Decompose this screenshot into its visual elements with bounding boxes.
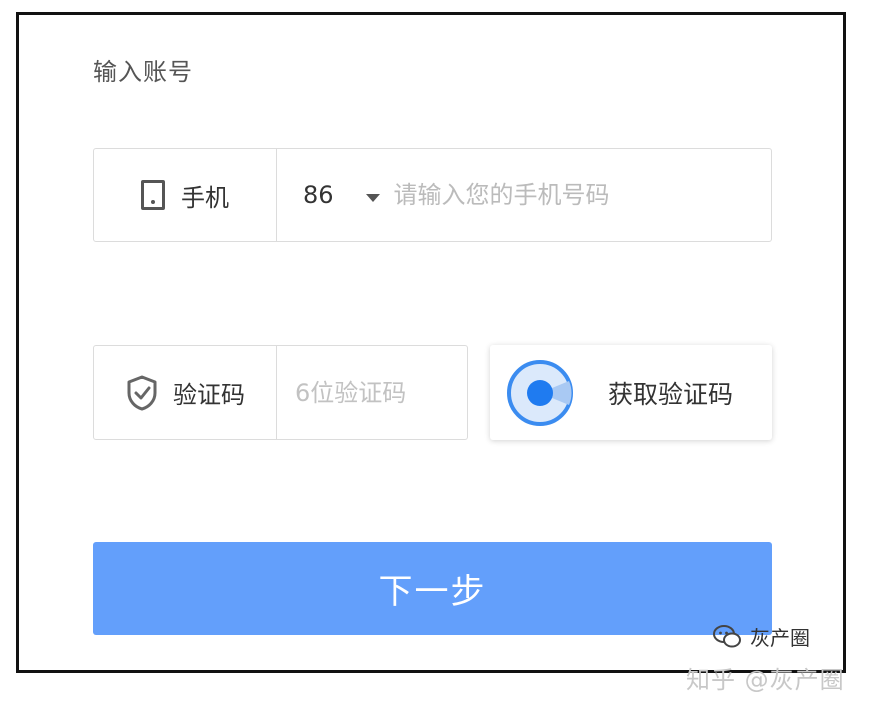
country-code-select[interactable]: 86 xyxy=(303,181,334,209)
code-label: 验证码 xyxy=(94,346,277,439)
watermark-inner-text: 灰产圈 xyxy=(750,626,810,650)
code-field: 验证码 xyxy=(93,345,468,440)
section-title: 输入账号 xyxy=(93,58,193,86)
get-code-label: 获取验证码 xyxy=(608,379,734,409)
phone-label: 手机 xyxy=(94,149,277,241)
phone-label-text: 手机 xyxy=(181,183,229,212)
code-input[interactable] xyxy=(277,346,467,439)
phone-input[interactable] xyxy=(391,180,726,210)
wechat-icon xyxy=(713,624,741,647)
watermark-inner: 灰产圈 xyxy=(712,622,810,651)
captcha-radar-icon xyxy=(507,359,573,426)
phone-field: 手机 86 xyxy=(93,148,772,242)
caret-down-icon[interactable] xyxy=(365,194,380,202)
shield-check-icon xyxy=(127,375,157,410)
code-label-text: 验证码 xyxy=(173,381,245,409)
phone-icon xyxy=(141,180,165,210)
phone-input-area: 86 xyxy=(277,149,771,241)
next-button[interactable]: 下一步 xyxy=(93,542,772,635)
watermark-outer: 知乎 @灰产圈 xyxy=(686,666,845,694)
get-code-button[interactable]: 获取验证码 xyxy=(490,345,772,440)
